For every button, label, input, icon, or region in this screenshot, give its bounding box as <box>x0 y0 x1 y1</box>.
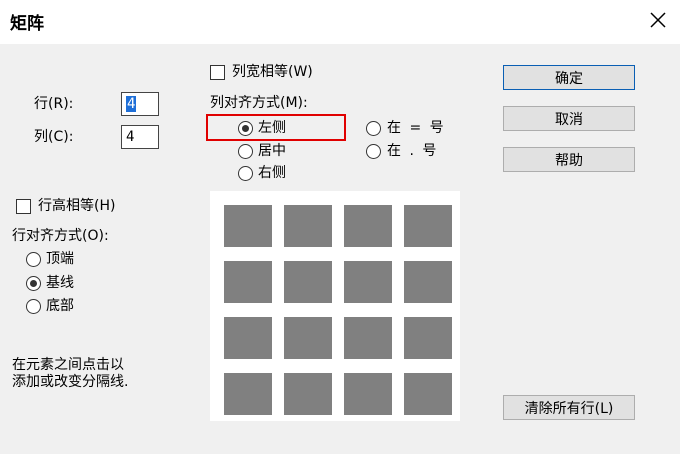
col-align-right-label: 右侧 <box>258 165 286 181</box>
row-align-bottom-radio[interactable] <box>26 299 41 314</box>
matrix-cell <box>344 317 392 359</box>
matrix-dialog-body: 行(R): 4 列(C): 4 行高相等(H) 行对齐方式(O): 顶端 基线 … <box>0 44 680 454</box>
hint-line-1: 在元素之间点击以 <box>12 357 124 373</box>
matrix-cell <box>224 205 272 247</box>
row-equal-checkbox[interactable] <box>16 199 31 214</box>
matrix-cell <box>284 261 332 303</box>
dialog-title: 矩阵 <box>10 14 44 34</box>
matrix-cell <box>404 205 452 247</box>
cancel-button[interactable]: 取消 <box>503 106 635 131</box>
col-align-label: 列对齐方式(M): <box>210 95 308 111</box>
matrix-cell <box>224 373 272 415</box>
matrix-cell <box>284 205 332 247</box>
matrix-cell <box>284 317 332 359</box>
matrix-preview[interactable] <box>210 191 460 421</box>
cols-input-value: 4 <box>126 129 135 145</box>
col-align-left-label: 左侧 <box>258 120 286 136</box>
col-align-right-radio[interactable] <box>238 166 253 181</box>
matrix-cell <box>404 373 452 415</box>
help-button[interactable]: 帮助 <box>503 147 635 172</box>
col-align-equals-radio[interactable] <box>366 121 381 136</box>
cols-input[interactable]: 4 <box>121 125 159 149</box>
row-align-bottom-label: 底部 <box>46 298 74 314</box>
matrix-cell <box>404 317 452 359</box>
matrix-cell <box>284 373 332 415</box>
close-button[interactable] <box>640 4 676 36</box>
rows-input[interactable]: 4 <box>121 92 159 116</box>
col-align-dot-label: 在 . 号 <box>387 143 439 159</box>
matrix-cell <box>344 261 392 303</box>
col-align-center-radio[interactable] <box>238 144 253 159</box>
rows-label: 行(R): <box>34 96 74 112</box>
col-align-left-radio[interactable] <box>238 121 253 136</box>
cols-label: 列(C): <box>34 129 74 145</box>
matrix-cell <box>344 373 392 415</box>
col-equal-checkbox[interactable] <box>210 65 225 80</box>
matrix-cell <box>224 317 272 359</box>
row-equal-label: 行高相等(H) <box>38 198 116 214</box>
col-align-center-label: 居中 <box>258 143 286 159</box>
clear-lines-button[interactable]: 清除所有行(L) <box>503 395 635 420</box>
row-align-label: 行对齐方式(O): <box>12 228 109 244</box>
row-align-baseline-radio[interactable] <box>26 276 41 291</box>
col-align-dot-radio[interactable] <box>366 144 381 159</box>
row-align-baseline-label: 基线 <box>46 275 74 291</box>
matrix-cell <box>344 205 392 247</box>
row-align-top-radio[interactable] <box>26 252 41 267</box>
rows-input-value: 4 <box>126 96 137 112</box>
row-align-top-label: 顶端 <box>46 251 74 267</box>
title-bar: 矩阵 <box>0 0 680 44</box>
matrix-cell <box>224 261 272 303</box>
close-icon <box>650 12 666 28</box>
ok-button[interactable]: 确定 <box>503 65 635 90</box>
hint-line-2: 添加或改变分隔线. <box>12 374 129 390</box>
matrix-cell <box>404 261 452 303</box>
col-equal-label: 列宽相等(W) <box>232 64 313 80</box>
col-align-equals-label: 在 = 号 <box>387 120 446 136</box>
